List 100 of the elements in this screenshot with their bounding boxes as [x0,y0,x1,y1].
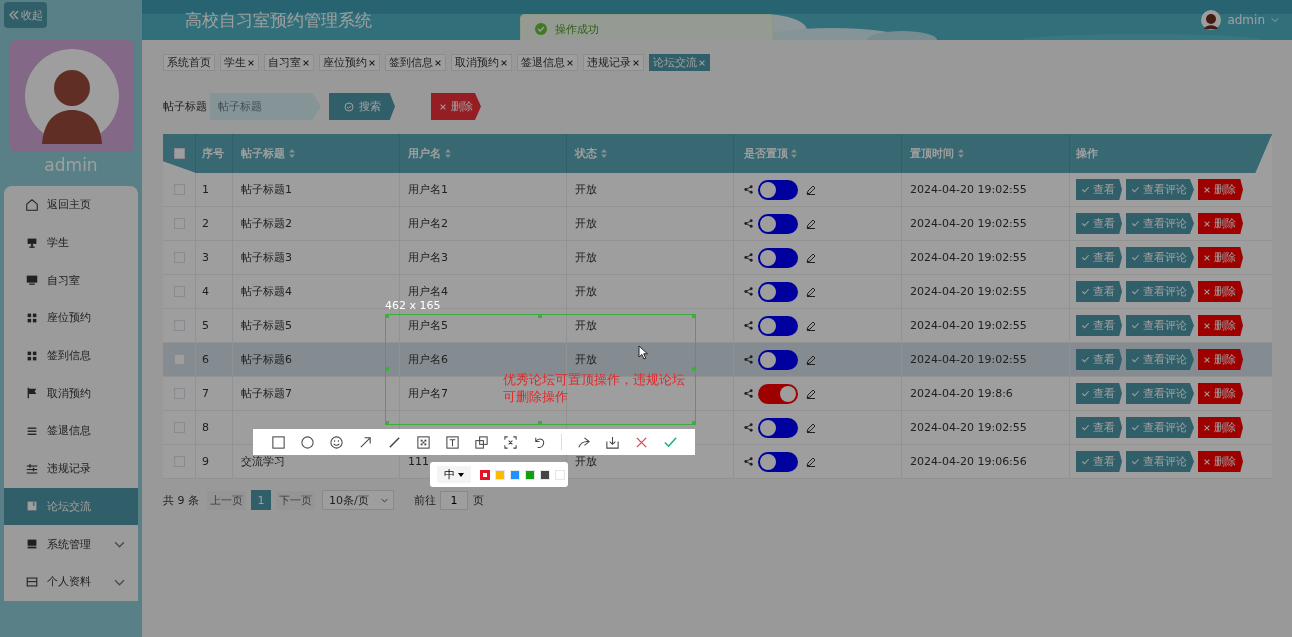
toggle-switch[interactable] [758,247,798,268]
checkbox[interactable] [173,354,185,365]
tab[interactable]: 座位预约 [319,54,380,71]
collapse-button[interactable]: 收起 [4,2,47,28]
tab[interactable]: 签退信息 [517,54,578,71]
menu-item[interactable]: 取消预约 [4,374,138,413]
delete-button[interactable]: 删除 [1198,451,1243,472]
column-header[interactable]: 帖子标题 [233,134,400,173]
delete-button[interactable]: 删除 [1198,417,1243,438]
view-button[interactable]: 查看 [1076,247,1122,268]
line-icon[interactable] [387,434,402,450]
view-button[interactable]: 查看 [1076,281,1122,302]
search-field[interactable]: 帖子标题 [210,93,321,120]
column-header[interactable]: 状态 [567,134,734,173]
delete-button[interactable]: 删除 [1198,213,1243,234]
toggle-switch[interactable] [758,315,798,336]
delete-button[interactable]: 删除 [1198,349,1243,370]
menu-item[interactable]: 签退信息 [4,412,138,450]
smiley-icon[interactable] [329,434,344,450]
close-icon[interactable] [368,58,376,67]
tab[interactable]: 取消预约 [451,54,512,71]
size-dropdown[interactable]: 中 [437,466,471,483]
comments-button[interactable]: 查看评论 [1126,451,1194,472]
menu-item[interactable]: 个人资料 [4,562,138,601]
close-icon[interactable] [566,58,574,67]
toggle-switch[interactable] [758,451,798,472]
menu-item[interactable]: 系统管理 [4,525,138,563]
comments-button[interactable]: 查看评论 [1126,417,1194,438]
table-cell: 帖子标题1 [241,182,292,197]
flag-icon [25,386,39,401]
pen-icon [806,320,816,331]
comments-button[interactable]: 查看评论 [1126,349,1194,370]
toggle-switch[interactable] [758,349,798,370]
menu-item[interactable]: 学生 [4,223,138,262]
comments-button[interactable]: 查看评论 [1126,383,1194,404]
tab[interactable]: 论坛交流 [649,54,710,71]
column-header[interactable]: 用户名 [400,134,567,173]
menu-item[interactable]: 论坛交流 [4,487,138,526]
view-button[interactable]: 查看 [1076,213,1122,234]
user-menu[interactable]: admin [1227,13,1265,27]
circle-icon[interactable] [300,434,315,450]
check-icon [1081,457,1090,466]
toggle-switch[interactable] [758,383,798,404]
tab[interactable]: 自习室 [264,54,314,71]
comments-button[interactable]: 查看评论 [1126,247,1194,268]
home-icon [25,197,39,212]
toggle-switch[interactable] [758,213,798,234]
toggle-switch[interactable] [758,417,798,438]
comments-button[interactable]: 查看评论 [1126,281,1194,302]
close-icon[interactable] [500,58,508,67]
tab[interactable]: 系统首页 [163,54,215,71]
menu-item[interactable]: 签到信息 [4,336,138,375]
column-header[interactable]: 是否置顶 [734,134,902,173]
scan-icon[interactable] [503,434,518,450]
view-button[interactable]: 查看 [1076,451,1122,472]
delete-button[interactable]: 删除 [431,93,481,120]
close-icon[interactable] [434,58,442,67]
color-swatch[interactable] [480,469,490,480]
search-button[interactable]: 搜索 [329,93,395,120]
tab[interactable]: 违规记录 [583,54,644,71]
comments-button[interactable]: 查看评论 [1126,213,1194,234]
menu-item[interactable]: 自习室 [4,261,138,300]
close-icon[interactable] [247,58,255,67]
delete-button[interactable]: 删除 [1198,179,1243,200]
user-name: admin [43,154,99,177]
menu-item[interactable]: 违规记录 [4,449,138,488]
page-button[interactable]: 1 [251,490,271,510]
checkbox[interactable] [173,148,185,159]
view-button[interactable]: 查看 [1076,417,1122,438]
page-size-select[interactable]: 10条/页 [322,490,394,510]
save-icon[interactable] [605,434,620,450]
delete-button[interactable]: 删除 [1198,383,1243,404]
delete-button[interactable]: 删除 [1198,281,1243,302]
menu-label: 违规记录 [47,461,91,477]
mosaic-icon[interactable] [416,434,431,450]
close-icon[interactable] [302,58,310,67]
column-header[interactable]: 置顶时间 [902,134,1070,173]
comments-button[interactable]: 查看评论 [1126,179,1194,200]
rectangle-icon[interactable] [271,434,286,450]
text-tool-icon[interactable] [445,434,460,450]
page-number-field[interactable]: 1 [440,490,468,510]
tab[interactable]: 学生 [220,54,259,71]
check-icon[interactable] [663,434,678,450]
toggle-switch[interactable] [758,281,798,302]
tab[interactable]: 签到信息 [385,54,446,71]
view-button[interactable]: 查看 [1076,179,1122,200]
view-button[interactable]: 查看 [1076,315,1122,336]
toggle-switch[interactable] [758,179,798,200]
delete-button[interactable]: 删除 [1198,315,1243,336]
view-button[interactable]: 查看 [1076,349,1122,370]
arrow-icon[interactable] [358,434,373,450]
view-button[interactable]: 查看 [1076,383,1122,404]
delete-button[interactable]: 删除 [1198,247,1243,268]
menu-item[interactable]: 座位预约 [4,299,138,337]
double-chevron-icon [8,10,19,20]
menu-item[interactable]: 返回主页 [4,186,138,224]
close-icon[interactable] [632,58,640,67]
table-cell: 2024-04-20 19:02:55 [910,183,1027,196]
comments-button[interactable]: 查看评论 [1126,315,1194,336]
app-title: 高校自习室预约管理系统 [185,9,372,32]
